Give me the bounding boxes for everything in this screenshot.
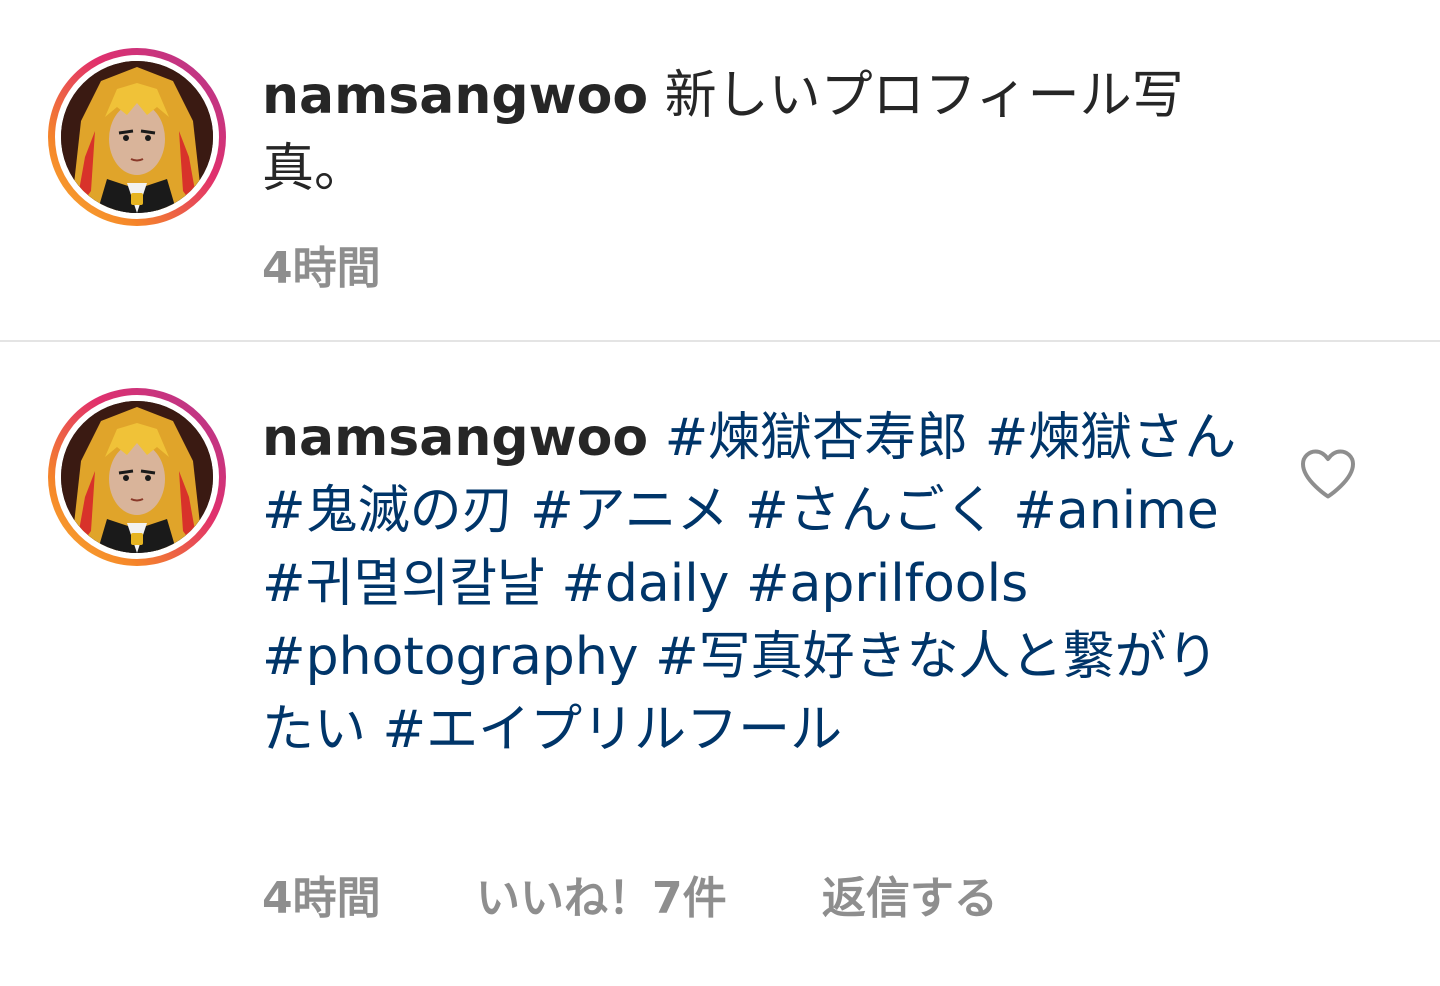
caption-meta: 4時間 [262,232,381,296]
hashtag-link[interactable]: #귀멸의칼날 [262,554,545,614]
hashtag-link[interactable]: #daily [561,554,729,614]
avatar-portrait-image [61,401,213,553]
avatar [61,61,213,213]
heart-outline-icon [1301,449,1355,499]
hashtag-link[interactable]: #aprilfools [746,554,1028,614]
timestamp: 4時間 [262,243,381,294]
username-link[interactable]: namsangwoo [262,408,648,468]
comment-item: namsangwoo #煉獄杏寿郎 #煉獄さん #鬼滅の刃 #アニメ #さんごく… [0,342,1440,986]
caption-text: namsangwoo 新しいプロフィール写真。 [262,60,1262,206]
hashtag-link[interactable]: #さんごく [745,481,997,541]
hashtag-link[interactable]: #anime [1013,481,1219,541]
avatar-story-ring[interactable] [48,388,226,566]
comment-text: namsangwoo #煉獄杏寿郎 #煉獄さん #鬼滅の刃 #アニメ #さんごく… [262,402,1262,767]
comments-page: namsangwoo 新しいプロフィール写真。 4時間 namsangwoo #… [0,0,1440,986]
hashtag-link[interactable]: #煉獄杏寿郎 [665,408,969,468]
timestamp: 4時間 [262,873,381,924]
post-caption: namsangwoo 新しいプロフィール写真。 4時間 [0,0,1440,340]
avatar-portrait-image [61,61,213,213]
hashtag-link[interactable]: #photography [262,627,639,687]
avatar [61,401,213,553]
likes-count-link[interactable]: いいね！7件 [476,862,727,926]
like-button[interactable] [1298,446,1358,502]
reply-button[interactable]: 返信する [822,862,998,926]
hashtag-link[interactable]: #鬼滅の刃 [262,481,514,541]
hashtag-link[interactable]: #エイプリルフール [383,700,843,760]
hashtag-link[interactable]: #アニメ [530,481,729,541]
username-link[interactable]: namsangwoo [262,66,648,126]
comment-meta: 4時間 いいね！7件 返信する [262,862,998,926]
avatar-story-ring[interactable] [48,48,226,226]
hashtag-link[interactable]: #煉獄さん [985,408,1237,468]
